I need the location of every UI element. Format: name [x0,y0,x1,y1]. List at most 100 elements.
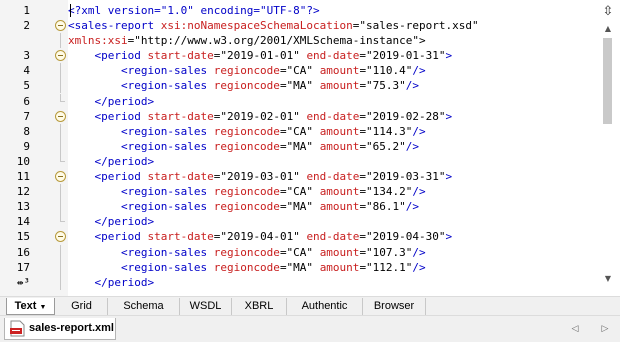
fold-end-marker [60,214,65,223]
scroll-thumb[interactable] [603,38,612,124]
code-line[interactable]: 13 <region-sales regioncode="MA" amount=… [0,199,596,215]
line-number: 17 [16,260,30,274]
code-line[interactable]: 4 <region-sales regioncode="CA" amount="… [0,63,596,79]
code-lines[interactable]: 1 <?xml version="1.0" encoding="UTF-8"?> 2… [0,3,596,290]
tab-wsdl[interactable]: WSDL [180,298,232,315]
vertical-scrollbar[interactable]: ⇳ ▲ ▼ [596,0,620,296]
code-token: ="134.2" [359,185,413,199]
code-token: ="65.2" [359,139,406,153]
code-token: end-date [306,170,360,184]
code-token: > [445,109,453,123]
code-text[interactable]: <region-sales regioncode="MA" amount="11… [68,260,426,275]
code-text[interactable]: <period start-date="2019-02-01" end-date… [68,109,452,124]
code-token: ="MA" [279,139,320,153]
code-line[interactable]: 6 </period> [0,93,596,109]
code-text[interactable]: <region-sales regioncode="CA" amount="13… [68,184,426,199]
code-token: </period> [68,154,155,168]
scroll-down-arrow-icon[interactable]: ▼ [596,272,620,286]
code-line[interactable]: xmlns:xsi="http://www.w3.org/2001/XMLSch… [0,33,596,49]
fold-guide-line [60,123,61,139]
xml-text-editor[interactable]: 1 <?xml version="1.0" encoding="UTF-8"?> 2… [0,0,620,296]
code-line[interactable]: 16 <region-sales regioncode="CA" amount=… [0,244,596,260]
code-token: start-date [147,230,214,244]
code-text[interactable]: </period> [68,275,154,290]
code-token: ="CA" [279,245,320,259]
line-number: 14 [16,215,30,229]
tab-grid[interactable]: Grid [56,298,108,315]
code-line[interactable]: 5 <region-sales regioncode="MA" amount="… [0,78,596,94]
code-text[interactable]: <region-sales regioncode="CA" amount="10… [68,245,426,260]
code-line[interactable]: 7 <period start-date="2019-02-01" end-da… [0,109,596,124]
code-line[interactable]: 9 <region-sales regioncode="MA" amount="… [0,138,596,154]
tab-scroll-left-icon[interactable]: ◁ [568,322,582,336]
code-line[interactable]: 8 <region-sales regioncode="CA" amount="… [0,123,596,139]
code-token: </period> [68,94,155,108]
code-text[interactable]: <period start-date="2019-03-01" end-date… [68,169,452,184]
line-number: 16 [16,245,30,259]
tab-scroll-right-icon[interactable]: ▷ [598,322,612,336]
collapse-icon[interactable] [55,50,66,62]
text-cursor [70,4,71,17]
tab-text[interactable]: Text ▼ [6,298,55,315]
code-text[interactable]: <period start-date="2019-01-01" end-date… [68,48,452,63]
code-line[interactable]: 11 <period start-date="2019-03-01" end-d… [0,169,596,184]
tab-schema[interactable]: Schema [108,298,180,315]
line-number: 9 [23,139,30,153]
code-text[interactable]: </period> [68,214,154,229]
code-token: regioncode [213,139,280,153]
code-line[interactable]: 17 <region-sales regioncode="MA" amount=… [0,259,596,275]
fold-guide-line [60,63,61,79]
code-text[interactable]: <region-sales regioncode="CA" amount="11… [68,124,426,139]
code-token: ="2019-01-31" [359,49,446,63]
scroll-up-arrow-icon[interactable]: ▲ [596,22,620,36]
code-text[interactable]: <sales-report xsi:noNamespaceSchemaLocat… [68,18,479,33]
code-line[interactable]: 10 </period> [0,153,596,169]
code-token: <sales-report [68,19,161,33]
code-line[interactable]: ⇹³ </period> [0,274,596,290]
code-token: regioncode [213,124,280,138]
code-token: ="107.3" [359,245,413,259]
fold-end-marker [60,93,65,102]
collapse-icon[interactable] [55,171,66,183]
split-window-icon[interactable]: ⇳ [596,3,620,21]
tab-authentic[interactable]: Authentic [287,298,363,315]
tab-browser[interactable]: Browser [363,298,426,315]
code-text[interactable]: </period> [68,154,154,169]
code-text[interactable]: <region-sales regioncode="MA" amount="65… [68,139,419,154]
code-token: > [445,49,453,63]
code-token: ="110.4" [359,64,413,78]
code-token: amount [319,185,360,199]
collapse-icon[interactable] [55,231,66,243]
code-line[interactable]: 2 <sales-report xsi:noNamespaceSchemaLoca… [0,18,596,33]
code-line[interactable]: 12 <region-sales regioncode="CA" amount=… [0,184,596,200]
code-token: <region-sales [68,64,214,78]
code-line[interactable]: 1 <?xml version="1.0" encoding="UTF-8"?> [0,3,596,18]
fold-guide-line [60,78,61,94]
code-token: regioncode [213,185,280,199]
code-token: </period> [68,215,155,229]
chevron-down-icon[interactable]: ▼ [39,304,46,311]
code-token: amount [319,79,360,93]
code-token: ="2019-01-01" [213,49,307,63]
code-token: ="MA" [279,79,320,93]
code-token: amount [319,245,360,259]
code-text[interactable]: </period> [68,94,154,109]
fold-end-marker [60,153,65,162]
line-number: 10 [16,154,30,168]
code-line[interactable]: 3 <period start-date="2019-01-01" end-da… [0,48,596,63]
code-line[interactable]: 15 <period start-date="2019-04-01" end-d… [0,229,596,244]
collapse-icon[interactable] [55,110,66,122]
code-text[interactable]: <region-sales regioncode="MA" amount="86… [68,199,419,214]
tab-xbrl[interactable]: XBRL [232,298,287,315]
code-text[interactable]: xmlns:xsi="http://www.w3.org/2001/XMLSch… [68,33,426,48]
code-text[interactable]: <?xml version="1.0" encoding="UTF-8"?> [68,3,320,18]
code-line[interactable]: 14 </period> [0,214,596,229]
code-token: ="75.3" [359,79,406,93]
collapse-icon[interactable] [55,20,66,32]
code-token: </period> [68,275,155,289]
file-tab-sales-report[interactable]: sales-report.xml [4,318,116,340]
code-token: <?xml version="1.0" encoding="UTF-8"?> [68,4,320,17]
code-text[interactable]: <region-sales regioncode="CA" amount="11… [68,63,426,78]
code-text[interactable]: <period start-date="2019-04-01" end-date… [68,229,452,244]
code-text[interactable]: <region-sales regioncode="MA" amount="75… [68,78,419,93]
